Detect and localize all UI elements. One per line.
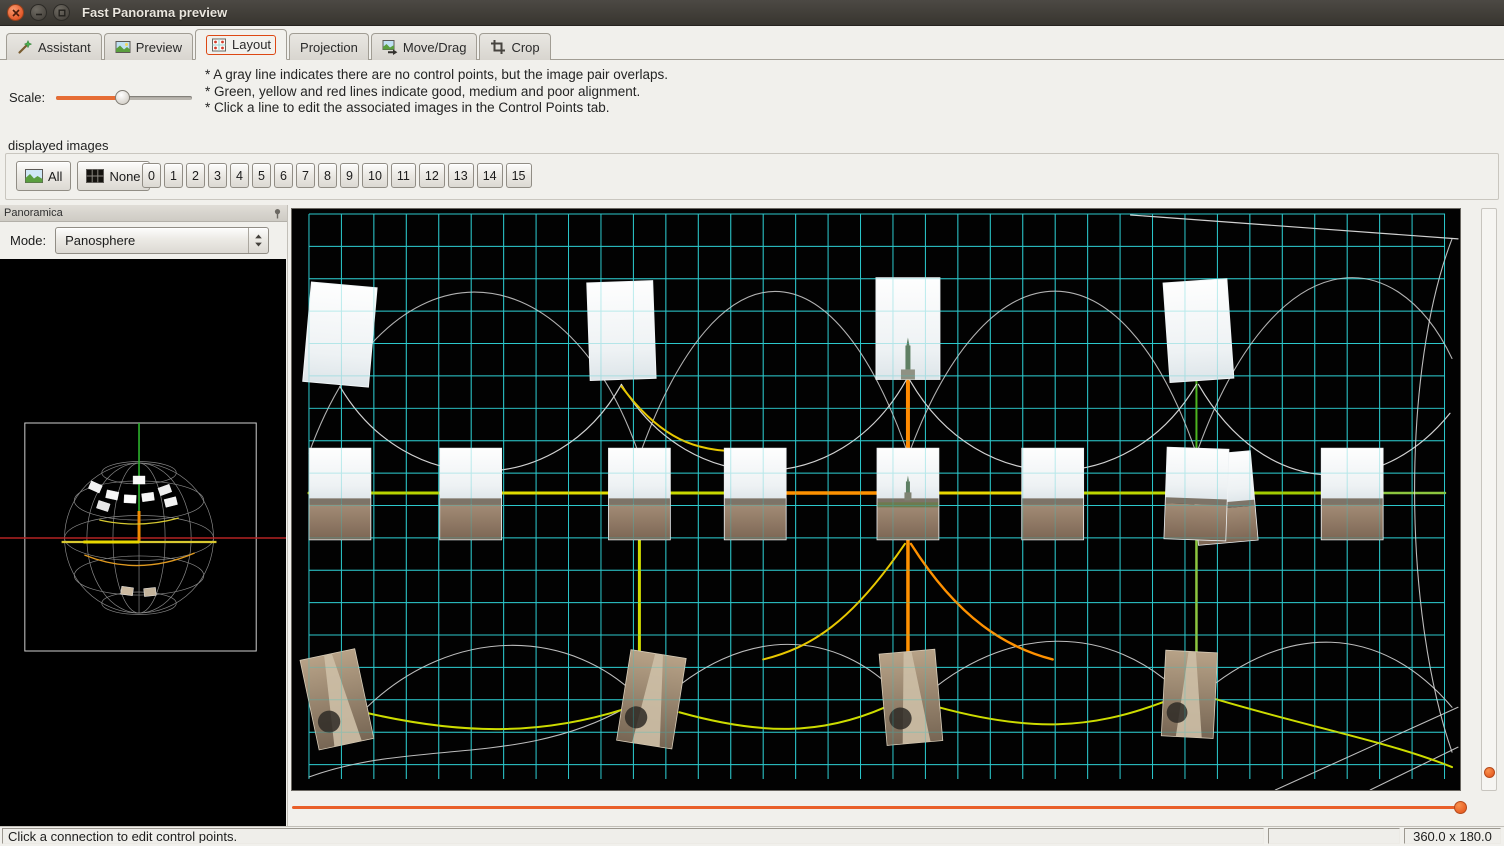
mode-row: Mode: Panosphere xyxy=(0,222,287,259)
image-toggle-button-14[interactable]: 14 xyxy=(477,163,503,188)
tab-assistant[interactable]: Assistant xyxy=(6,33,102,60)
show-all-button[interactable]: All xyxy=(16,161,71,191)
image-toggle-button-15[interactable]: 15 xyxy=(506,163,532,188)
move-drag-icon xyxy=(382,39,398,55)
scale-label: Scale: xyxy=(9,90,45,105)
slider-fill xyxy=(56,96,122,100)
scale-slider[interactable] xyxy=(56,89,192,106)
pin-icon[interactable] xyxy=(272,208,283,219)
titlebar[interactable]: Fast Panorama preview xyxy=(0,0,1504,26)
crop-icon xyxy=(490,39,506,55)
displayed-images-label: displayed images xyxy=(8,138,108,153)
vertical-scrollbar[interactable] xyxy=(1481,208,1497,791)
image-tile[interactable] xyxy=(1022,448,1084,540)
panosphere-preview[interactable] xyxy=(0,259,286,826)
image-tile[interactable] xyxy=(876,278,940,380)
tab-label: Assistant xyxy=(38,40,91,55)
layout-icon xyxy=(211,37,227,53)
horizontal-scrollbar[interactable] xyxy=(292,799,1474,816)
show-all-label: All xyxy=(48,169,62,184)
tab-label: Preview xyxy=(136,40,182,55)
tab-bar: Assistant Preview Layout Projecti xyxy=(0,26,1504,60)
help-line: * A gray line indicates there are no con… xyxy=(205,67,668,84)
tab-label: Projection xyxy=(300,40,358,55)
tab-crop[interactable]: Crop xyxy=(479,33,550,60)
tab-layout[interactable]: Layout xyxy=(195,29,287,60)
window-title: Fast Panorama preview xyxy=(82,5,227,20)
mode-value: Panosphere xyxy=(65,233,248,248)
tab-move-drag[interactable]: Move/Drag xyxy=(371,33,478,60)
image-toggle-button-1[interactable]: 1 xyxy=(164,163,183,188)
horizontal-scrollbar-thumb[interactable] xyxy=(1454,801,1467,814)
image-toggle-button-10[interactable]: 10 xyxy=(362,163,388,188)
combo-arrows-icon xyxy=(248,228,268,253)
tab-focus-ring: Layout xyxy=(206,35,276,55)
panel-header[interactable]: Panoramica xyxy=(0,205,287,222)
tab-projection[interactable]: Projection xyxy=(289,33,369,60)
tab-preview[interactable]: Preview xyxy=(104,33,193,60)
no-images-icon xyxy=(86,169,104,183)
image-toggle-button-7[interactable]: 7 xyxy=(296,163,315,188)
image-toggle-button-12[interactable]: 12 xyxy=(419,163,445,188)
image-toggle-button-5[interactable]: 5 xyxy=(252,163,271,188)
app-window: Fast Panorama preview Assistant Preview xyxy=(0,0,1504,846)
layout-canvas-svg[interactable] xyxy=(292,209,1460,790)
image-toggle-button-0[interactable]: 0 xyxy=(142,163,161,188)
vertical-scrollbar-thumb[interactable] xyxy=(1484,767,1495,778)
layout-canvas[interactable] xyxy=(291,208,1461,791)
image-toggle-button-13[interactable]: 13 xyxy=(448,163,474,188)
horizontal-scrollbar-track[interactable] xyxy=(292,806,1460,809)
mode-label: Mode: xyxy=(10,233,46,248)
image-tile[interactable] xyxy=(303,282,377,387)
status-cell-empty xyxy=(1268,828,1400,844)
panorama-side-panel: Panoramica Mode: Panosphere xyxy=(0,205,288,826)
tab-label: Crop xyxy=(511,40,539,55)
tab-label: Layout xyxy=(232,37,271,52)
image-toggle-button-11[interactable]: 11 xyxy=(391,163,416,188)
window-close-button[interactable] xyxy=(7,4,24,21)
slider-thumb[interactable] xyxy=(115,90,130,105)
close-icon xyxy=(11,8,21,18)
image-number-buttons: 0123456789101112131415 xyxy=(142,163,532,188)
image-tile[interactable] xyxy=(587,281,656,381)
assistant-icon xyxy=(17,39,33,55)
preview-icon xyxy=(115,39,131,55)
image-tile[interactable] xyxy=(724,448,786,540)
minimize-icon xyxy=(34,8,44,18)
status-bar: Click a connection to edit control point… xyxy=(0,826,1504,846)
show-none-button[interactable]: None xyxy=(77,161,149,191)
image-tile[interactable] xyxy=(1321,448,1383,540)
help-line: * Green, yellow and red lines indicate g… xyxy=(205,84,668,101)
image-toggle-button-2[interactable]: 2 xyxy=(186,163,205,188)
show-none-label: None xyxy=(109,169,140,184)
image-tile[interactable] xyxy=(608,448,670,540)
displayed-images-frame: All None 0123456789101112131415 xyxy=(5,153,1499,200)
image-toggle-button-9[interactable]: 9 xyxy=(340,163,359,188)
image-tile[interactable] xyxy=(877,448,939,540)
status-dimensions: 360.0 x 180.0 xyxy=(1404,828,1501,844)
image-tile[interactable] xyxy=(879,649,943,745)
image-toggle-button-4[interactable]: 4 xyxy=(230,163,249,188)
scale-help-text: * A gray line indicates there are no con… xyxy=(205,67,668,117)
image-tile[interactable] xyxy=(1161,650,1217,738)
image-toggle-button-8[interactable]: 8 xyxy=(318,163,337,188)
image-tile[interactable] xyxy=(1164,447,1229,541)
tab-label: Move/Drag xyxy=(403,40,467,55)
mode-select[interactable]: Panosphere xyxy=(55,227,269,254)
image-tile[interactable] xyxy=(309,448,371,540)
all-images-icon xyxy=(25,169,43,183)
status-message: Click a connection to edit control point… xyxy=(2,828,1264,844)
image-toggle-button-6[interactable]: 6 xyxy=(274,163,293,188)
panel-title: Panoramica xyxy=(4,207,63,219)
maximize-icon xyxy=(57,8,67,18)
panosphere-svg[interactable] xyxy=(0,259,286,826)
window-maximize-button[interactable] xyxy=(53,4,70,21)
window-minimize-button[interactable] xyxy=(30,4,47,21)
image-toggle-button-3[interactable]: 3 xyxy=(208,163,227,188)
help-line: * Click a line to edit the associated im… xyxy=(205,100,668,117)
displayed-images-buttons: All None xyxy=(16,161,150,191)
image-tile[interactable] xyxy=(1163,279,1234,383)
